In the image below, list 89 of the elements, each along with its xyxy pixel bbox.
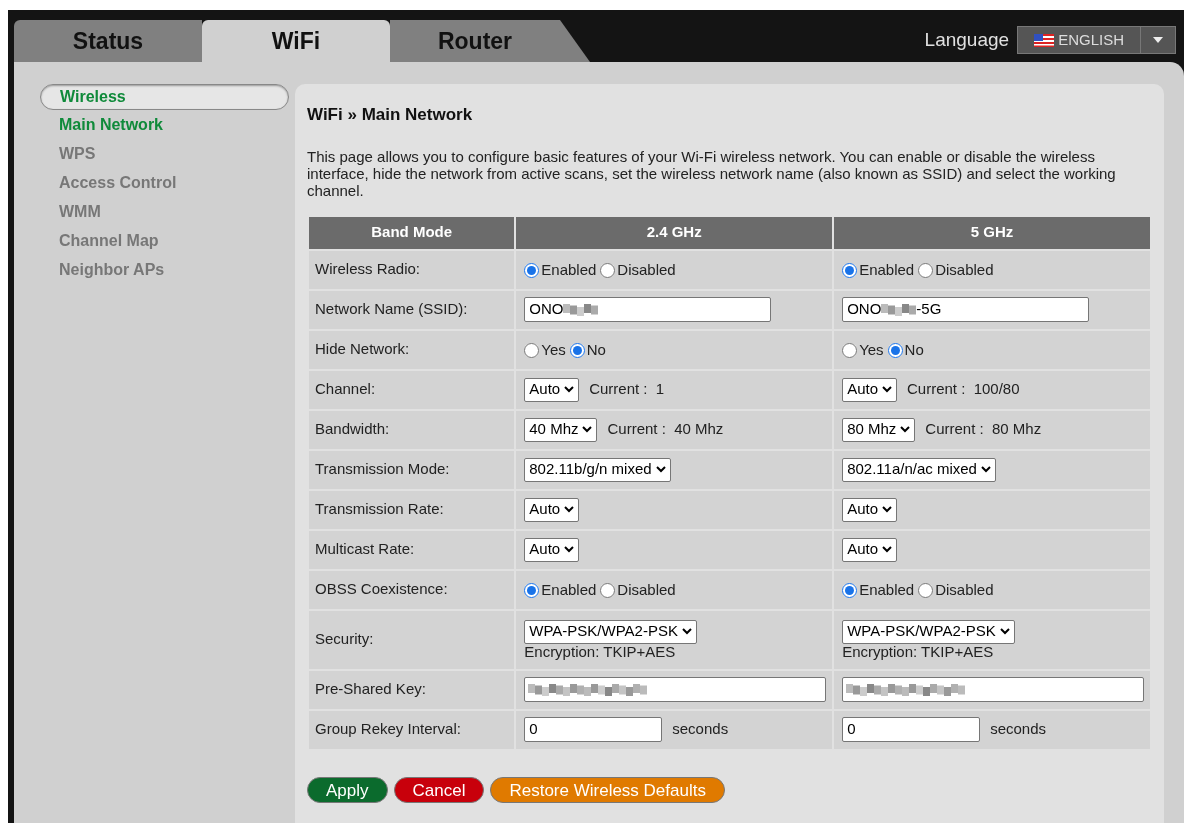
row-label: Wireless Radio: bbox=[309, 250, 515, 289]
caret-icon bbox=[1153, 37, 1163, 44]
radio-button[interactable] bbox=[918, 263, 934, 278]
dropdown[interactable]: WPA-PSK/WPA2-PSK bbox=[524, 619, 697, 644]
radio-label: Enabled bbox=[541, 580, 597, 601]
chevron-icon bbox=[564, 546, 575, 553]
radio-label: Disabled bbox=[617, 260, 676, 281]
chevron-icon bbox=[564, 386, 575, 393]
chevron-icon bbox=[882, 506, 892, 513]
input-field[interactable] bbox=[524, 677, 827, 702]
row-label: OBSS Coexistence: bbox=[309, 570, 515, 609]
radio-button[interactable] bbox=[600, 263, 616, 278]
chevron-icon bbox=[980, 466, 991, 473]
dropdown[interactable]: Auto bbox=[524, 537, 580, 562]
encryption-text: Encryption: TKIP+AES bbox=[524, 643, 676, 660]
radio-button[interactable] bbox=[842, 343, 858, 358]
flag-icon bbox=[1034, 33, 1055, 47]
cancel-button[interactable]: Cancel bbox=[393, 776, 485, 803]
dropdown[interactable]: 802.11b/g/n mixed bbox=[524, 457, 671, 482]
row-label: Transmission Rate: bbox=[309, 490, 515, 529]
dropdown[interactable]: Auto bbox=[842, 497, 897, 522]
chevron-icon bbox=[582, 426, 593, 433]
tab[interactable]: Router bbox=[390, 20, 590, 62]
radio-label: Disabled bbox=[935, 260, 994, 281]
chevron-icon bbox=[681, 628, 692, 635]
dropdown[interactable]: WPA-PSK/WPA2-PSK bbox=[842, 619, 1015, 644]
radio-button[interactable] bbox=[842, 263, 858, 278]
language-label: Language bbox=[924, 28, 1010, 52]
encryption-text: Encryption: TKIP+AES bbox=[842, 643, 994, 660]
input-field[interactable]: ONO -5G bbox=[842, 297, 1090, 322]
radio-button[interactable] bbox=[524, 263, 540, 278]
tab[interactable]: Status bbox=[14, 20, 202, 62]
input-field[interactable]: ONO bbox=[524, 297, 772, 322]
dropdown[interactable]: Auto bbox=[524, 497, 580, 522]
sidebar-section[interactable]: Wireless bbox=[40, 84, 289, 110]
row-label: Multicast Rate: bbox=[309, 530, 515, 569]
radio-button[interactable] bbox=[600, 583, 616, 598]
chevron-icon bbox=[900, 426, 911, 433]
current-value: Current : 80 Mhz bbox=[925, 419, 1042, 440]
input-field[interactable]: 0 bbox=[524, 717, 663, 742]
current-value: Current : 1 bbox=[589, 379, 665, 400]
row-label: Pre-Shared Key: bbox=[309, 670, 515, 709]
row-label: Hide Network: bbox=[309, 330, 515, 369]
radio-label: Enabled bbox=[541, 260, 597, 281]
radio-label: Yes bbox=[859, 340, 884, 361]
dropdown[interactable]: 40 Mhz bbox=[524, 417, 598, 442]
column-header: 2.4 GHz bbox=[516, 216, 833, 249]
dropdown[interactable]: Auto bbox=[524, 377, 580, 402]
radio-label: No bbox=[904, 340, 924, 361]
row-label: Group Rekey Interval: bbox=[309, 710, 515, 749]
row-label: Transmission Mode: bbox=[309, 450, 515, 489]
chevron-icon bbox=[999, 628, 1010, 635]
current-value: Current : 100/80 bbox=[907, 379, 1020, 400]
unit-label: seconds bbox=[672, 719, 729, 740]
apply-button[interactable]: Apply bbox=[307, 776, 388, 803]
tab[interactable]: WiFi bbox=[202, 20, 390, 62]
input-field[interactable] bbox=[842, 677, 1145, 702]
radio-button[interactable] bbox=[887, 343, 903, 358]
radio-button[interactable] bbox=[569, 343, 585, 358]
column-header: 5 GHz bbox=[834, 216, 1150, 249]
dropdown[interactable]: Auto bbox=[842, 537, 897, 562]
radio-label: Disabled bbox=[935, 580, 994, 601]
language-dropdown[interactable]: ENGLISH bbox=[1017, 26, 1176, 55]
radio-label: Yes bbox=[541, 340, 566, 361]
dropdown[interactable]: 802.11a/n/ac mixed bbox=[842, 457, 996, 482]
radio-label: No bbox=[586, 340, 606, 361]
chevron-icon bbox=[655, 466, 666, 473]
chevron-icon bbox=[882, 386, 892, 393]
radio-button[interactable] bbox=[918, 583, 934, 598]
radio-label: Disabled bbox=[617, 580, 676, 601]
chevron-icon bbox=[564, 506, 575, 513]
radio-button[interactable] bbox=[524, 343, 540, 358]
dropdown[interactable]: 80 Mhz bbox=[842, 417, 916, 442]
input-field[interactable]: 0 bbox=[842, 717, 981, 742]
page-title: WiFi » Main Network bbox=[307, 104, 474, 126]
dropdown[interactable]: Auto bbox=[842, 377, 897, 402]
radio-button[interactable] bbox=[524, 583, 540, 598]
current-value: Current : 40 Mhz bbox=[607, 419, 724, 440]
radio-button[interactable] bbox=[842, 583, 858, 598]
row-label: Network Name (SSID): bbox=[309, 290, 515, 329]
row-label: Channel: bbox=[309, 370, 515, 409]
unit-label: seconds bbox=[990, 719, 1046, 740]
chevron-icon bbox=[882, 546, 892, 553]
radio-label: Enabled bbox=[859, 580, 915, 601]
column-header: Band Mode bbox=[309, 216, 515, 249]
row-label: Bandwidth: bbox=[309, 410, 515, 449]
row-label: Security: bbox=[309, 610, 515, 669]
page-description: This page allows you to configure basic features of your Wi-Fi wireless network. You can enable or disable the wireless interface, hide the network from active scans, set the wireless network name (also known as SSID) and select the working channel. bbox=[307, 147, 1117, 199]
radio-label: Enabled bbox=[859, 260, 915, 281]
